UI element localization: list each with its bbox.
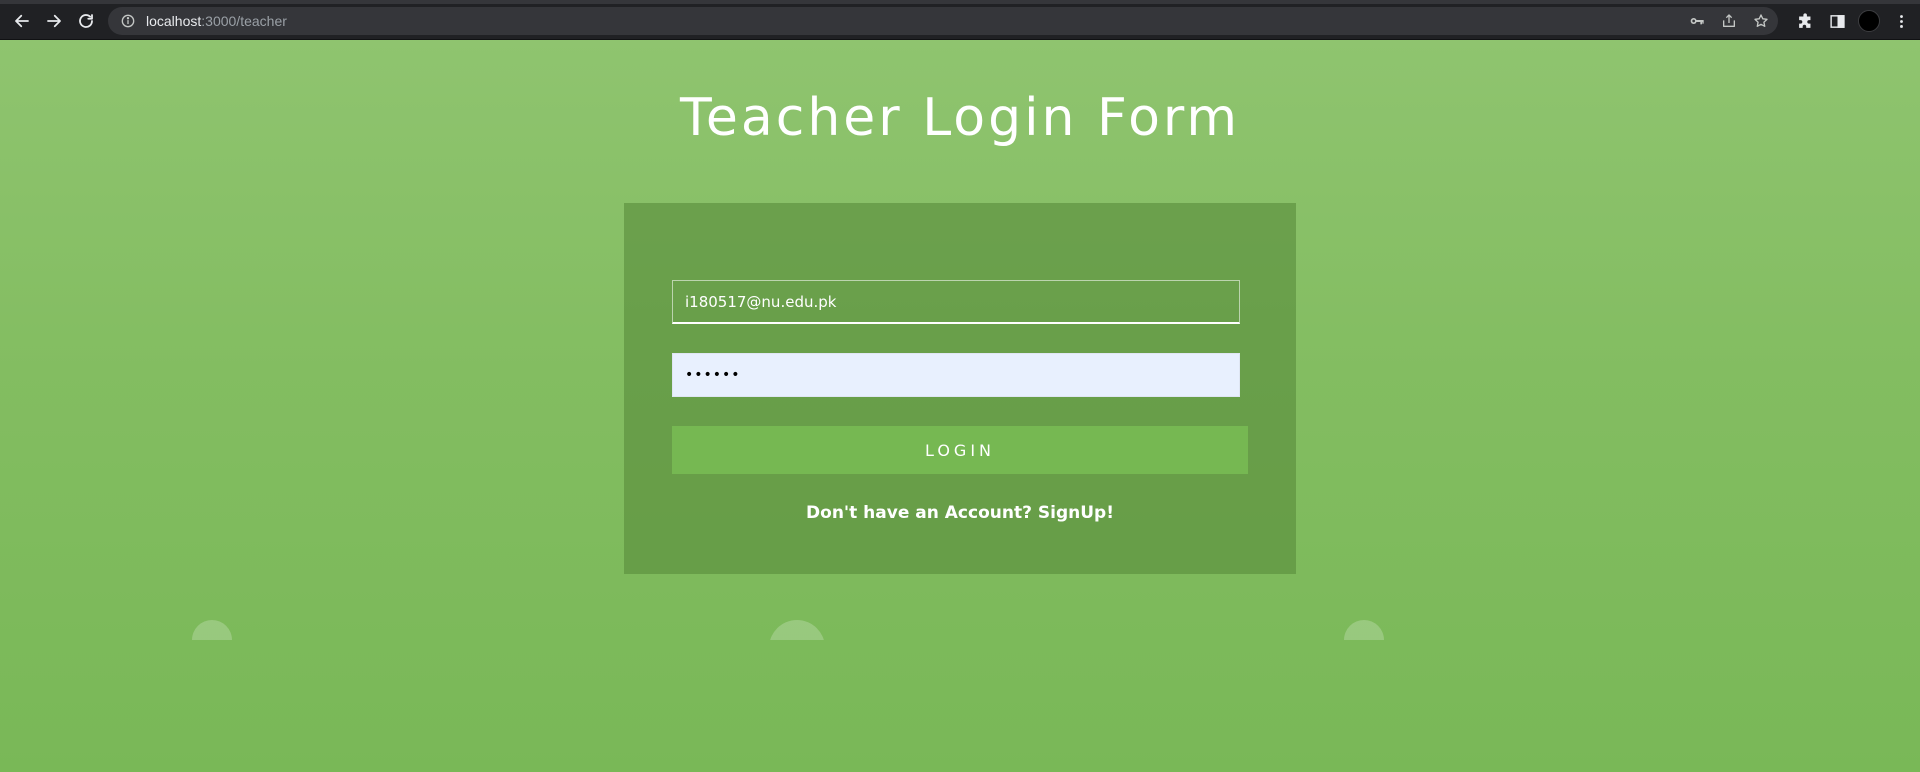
page-background: Teacher Login Form LOGIN Don't have an A…: [0, 40, 1920, 772]
arrow-right-icon: [47, 14, 61, 28]
share-icon[interactable]: [1718, 10, 1740, 32]
reload-button[interactable]: [74, 9, 98, 33]
toolbar-actions: [1794, 9, 1912, 33]
browser-toolbar: localhost:3000/teacher: [0, 0, 1920, 40]
star-icon[interactable]: [1750, 10, 1772, 32]
reload-icon: [79, 14, 93, 28]
kebab-menu-icon[interactable]: [1890, 10, 1912, 32]
decorative-bubble: [769, 620, 825, 640]
url-path: :3000/teacher: [201, 13, 287, 29]
omnibox-actions: [1686, 9, 1772, 33]
bubbles-layer: [0, 40, 1920, 640]
decorative-bubble: [192, 620, 232, 640]
url-host: localhost: [146, 13, 202, 29]
avatar[interactable]: [1858, 10, 1880, 32]
url-text[interactable]: localhost:3000/teacher: [146, 13, 287, 29]
decorative-bubble: [1344, 620, 1384, 640]
puzzle-icon[interactable]: [1794, 10, 1816, 32]
arrow-left-icon: [15, 14, 29, 28]
info-icon[interactable]: [120, 13, 136, 29]
forward-button[interactable]: [42, 9, 66, 33]
address-bar[interactable]: localhost:3000/teacher: [108, 7, 1778, 35]
key-icon[interactable]: [1686, 10, 1708, 32]
back-button[interactable]: [10, 9, 34, 33]
tab-strip-edge: [0, 0, 1920, 4]
side-panel-icon[interactable]: [1826, 10, 1848, 32]
